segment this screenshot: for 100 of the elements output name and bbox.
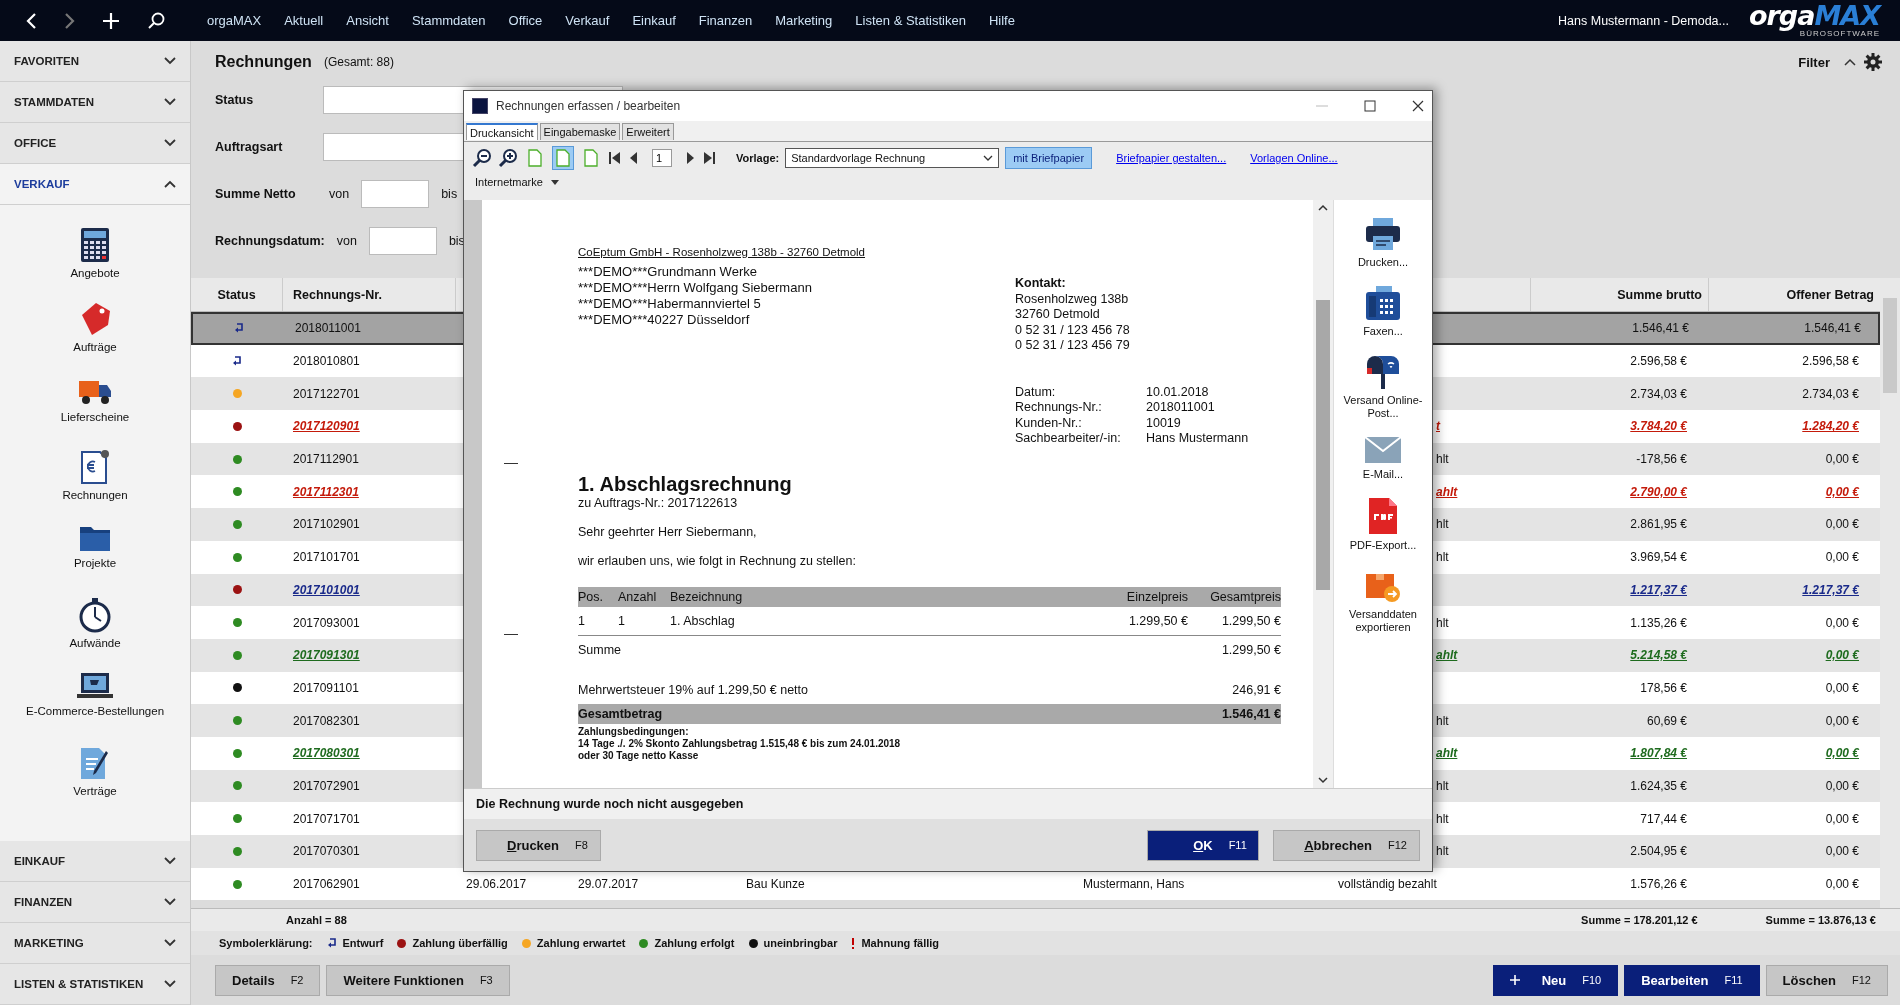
- sender-line: CoEptum GmbH - Rosenholzweg 138b - 32760 Detmold: [578, 245, 866, 260]
- legend-label: Entwurf: [342, 937, 384, 949]
- info-label: Sachbearbeiter/-in:: [1015, 431, 1122, 447]
- info-label: Rechnungs-Nr.:: [1015, 400, 1103, 416]
- table-cell: ahlt: [1436, 648, 1458, 663]
- table-cell: 2.734,03 €: [1630, 386, 1687, 401]
- contact-line: 0 52 31 / 123 456 79: [1015, 338, 1131, 354]
- status-message: Die Rechnung wurde noch nicht ausgegeben: [464, 788, 1432, 819]
- address-line: ***DEMO***Grundmann Werke: [578, 264, 758, 280]
- table-cell: 0,00 €: [1825, 778, 1859, 793]
- logo-tagline: BÜROSOFTWARE: [1799, 29, 1880, 38]
- table-cell-text: 1. Abschlag: [670, 612, 736, 629]
- sum-value: 1.299,50 €: [1221, 641, 1281, 658]
- table-cell: 717,44 €: [1640, 811, 1687, 826]
- address-line: ***DEMO***Habermannviertel 5: [578, 296, 762, 312]
- table-cell: hlt: [1436, 778, 1449, 793]
- table-cell: 1.135,26 €: [1630, 615, 1687, 630]
- table-cell: 0,00 €: [1825, 484, 1859, 499]
- info-value: 2018011001: [1146, 400, 1216, 416]
- table-cell: 1.546,41 €: [1804, 321, 1861, 336]
- legend-label: uneinbringbar: [763, 937, 838, 949]
- table-cell: ahlt: [1436, 484, 1458, 499]
- table-cell: hlt: [1436, 844, 1449, 859]
- order-reference: zu Auftrags-Nr.: 2017122613: [578, 495, 739, 511]
- table-cell: 5.214,58 €: [1630, 648, 1687, 663]
- column-header: Gesamtpreis: [1209, 588, 1281, 605]
- table-cell: 29.07.2017: [578, 877, 639, 892]
- table-cell: 0,00 €: [1825, 713, 1859, 728]
- table-cell: 0,00 €: [1825, 680, 1859, 695]
- table-cell: 1.546,41 €: [1632, 321, 1689, 336]
- table-cell: 2017080301: [293, 746, 360, 761]
- table-cell: 2017101001: [293, 582, 360, 597]
- table-cell: 2017091301: [293, 648, 360, 663]
- column-header: Anzahl: [618, 588, 658, 605]
- table-cell: 2017082301: [293, 713, 360, 728]
- table-cell: 2017072901: [293, 778, 360, 793]
- table-cell: 2017112901: [293, 452, 359, 467]
- table-cell: 2017122701: [293, 386, 360, 401]
- range-label: von: [336, 234, 357, 248]
- sum-label: Summe: [578, 641, 622, 658]
- filter-label: Rechnungsdatum:: [215, 234, 325, 248]
- table-cell: ahlt: [1436, 746, 1458, 761]
- table-cell: 2018010801: [293, 354, 360, 369]
- table-cell: 0,00 €: [1825, 746, 1859, 761]
- legend-label: Zahlung erwartet: [536, 937, 626, 949]
- greeting: Sehr geehrter Herr Siebermann,: [578, 523, 758, 540]
- dialog-title: Rechnungen erfassen / bearbeiten: [496, 99, 681, 113]
- contact-title: Kontakt:: [1015, 276, 1067, 292]
- tax-label: Mehrwertsteuer 19% auf 1.299,50 € netto: [578, 681, 808, 698]
- table-cell: 0,00 €: [1825, 811, 1859, 826]
- table-cell: hlt: [1436, 811, 1449, 826]
- total-count: (Gesamt: 88): [323, 55, 394, 69]
- column-header: Einzelpreis: [1125, 588, 1188, 605]
- row-count: Anzahl = 88: [286, 914, 347, 926]
- table-cell: 1.284,20 €: [1802, 419, 1859, 434]
- table-cell: 2017070301: [293, 844, 360, 859]
- table-cell: 2.861,95 €: [1630, 517, 1687, 532]
- legend-title: Symbolerklärung:: [219, 937, 313, 949]
- table-cell: 0,00 €: [1825, 877, 1859, 892]
- legend-label: Zahlung erfolgt: [654, 937, 735, 949]
- table-cell-text: 1.299,50 €: [1127, 612, 1188, 629]
- table-cell: 0,00 €: [1825, 452, 1859, 467]
- address-line: ***DEMO***40227 Düsseldorf: [578, 312, 751, 328]
- contact-line: 32760 Detmold: [1015, 307, 1101, 323]
- table-cell: Bau Kunze: [746, 877, 805, 892]
- table-cell: 1.624,35 €: [1630, 778, 1687, 793]
- table-cell: hlt: [1436, 713, 1449, 728]
- logo: orgaMAX: [1749, 3, 1880, 29]
- table-cell: 2.596,58 €: [1630, 354, 1687, 369]
- table-cell: 1.217,37 €: [1630, 582, 1687, 597]
- table-cell: 3.969,54 €: [1630, 550, 1687, 565]
- table-cell: 2017101701: [293, 550, 360, 565]
- table-cell: 0,00 €: [1825, 844, 1859, 859]
- table-cell: 2017093001: [293, 615, 360, 630]
- table-cell-text: 1.299,50 €: [1220, 612, 1281, 629]
- filter-label: Auftragsart: [215, 140, 284, 154]
- address-line: ***DEMO***Herrn Wolfgang Siebermann: [578, 280, 813, 296]
- tax-value: 246,91 €: [1232, 681, 1281, 698]
- legend-label: Mahnung fällig: [861, 937, 940, 949]
- table-cell: 29.06.2017: [466, 877, 527, 892]
- table-cell: vollständig bezahlt: [1338, 877, 1437, 892]
- table-cell: hlt: [1436, 615, 1449, 630]
- column-header: Bezeichnung: [670, 588, 744, 605]
- table-cell: 2.734,03 €: [1802, 386, 1859, 401]
- table-cell: 0,00 €: [1825, 550, 1859, 565]
- table-cell: -178,56 €: [1636, 452, 1687, 467]
- total-value: 1.546,41 €: [1221, 705, 1281, 722]
- table-cell-text: 1: [578, 612, 586, 629]
- page-title: Rechnungen: [215, 53, 312, 71]
- table-cell: 3.784,20 €: [1630, 419, 1687, 434]
- sum-total: Summe = 13.876,13 €: [1765, 914, 1876, 926]
- range-label: von: [329, 187, 350, 201]
- contact-line: Rosenholzweg 138b: [1015, 291, 1130, 307]
- table-cell: 2017102901: [293, 517, 360, 532]
- intro-text: wir erlauben uns, wie folgt in Rechnung zu stellen:: [578, 552, 857, 569]
- filter-label: Summe Netto: [215, 187, 297, 201]
- info-label: Datum:: [1015, 384, 1057, 400]
- table-cell: t: [1436, 419, 1440, 434]
- payment-terms-line: Zahlungsbedingungen:: [578, 725, 690, 738]
- table-cell: 2.504,95 €: [1630, 844, 1687, 859]
